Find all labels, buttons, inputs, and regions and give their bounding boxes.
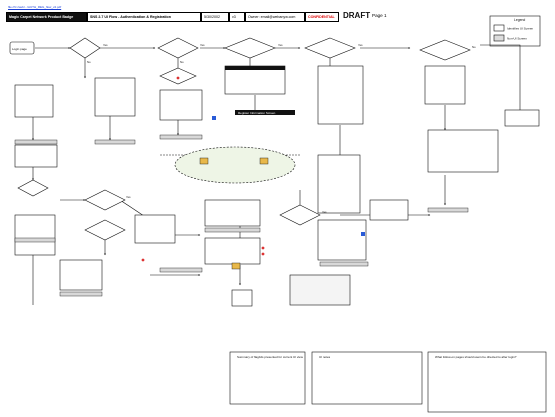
decision-diamond bbox=[159, 67, 197, 85]
no-label: No bbox=[472, 45, 476, 49]
legend-title: Legend bbox=[514, 18, 525, 22]
status-pill bbox=[14, 237, 56, 243]
start-label: Login page bbox=[12, 47, 27, 51]
register-screen-label: Register Information Screen bbox=[238, 111, 276, 115]
screen-box bbox=[204, 237, 261, 265]
no-label: No bbox=[180, 60, 184, 64]
screen-box bbox=[317, 154, 361, 214]
error-marker bbox=[261, 252, 265, 256]
decision-diamond bbox=[279, 204, 321, 226]
info-badge bbox=[212, 116, 216, 120]
screen-box bbox=[231, 289, 253, 307]
decision-diamond bbox=[224, 37, 276, 59]
screen-box bbox=[424, 65, 466, 105]
screen-box bbox=[224, 65, 286, 95]
legend-ui-swatch bbox=[493, 24, 505, 32]
decision-diamond bbox=[419, 39, 471, 61]
info-badge bbox=[361, 232, 365, 236]
yes-label: Yes bbox=[358, 43, 363, 47]
screen-box bbox=[14, 84, 54, 118]
error-marker bbox=[261, 246, 265, 250]
legend: Legend Identifies UI Screen Non-UI Scree… bbox=[489, 15, 541, 47]
screen-box bbox=[159, 89, 203, 121]
note-panel-3 bbox=[427, 351, 547, 413]
flow-diagram-page: file:///c:/web/.../AUTH_REG_flow_v2.pdf … bbox=[0, 0, 555, 417]
decision-diamond bbox=[84, 219, 126, 241]
start-node: Login page bbox=[9, 41, 35, 55]
screen-box bbox=[59, 259, 103, 291]
decision-diamond bbox=[304, 37, 356, 59]
note-panel-3-title: What follow-on pages should users be dir… bbox=[435, 355, 517, 359]
error-marker bbox=[176, 76, 180, 80]
screen-box bbox=[94, 77, 136, 117]
legend-item-nonui: Non-UI Screen bbox=[507, 37, 527, 41]
status-pill bbox=[159, 267, 203, 273]
note-panel-1 bbox=[229, 351, 306, 405]
status-pill bbox=[319, 261, 369, 267]
screen-box bbox=[369, 199, 409, 221]
screen-title-bar bbox=[225, 66, 285, 70]
flowchart-canvas: Legend Identifies UI Screen Non-UI Scree… bbox=[9, 15, 547, 413]
screen-box bbox=[14, 144, 58, 168]
screen-box bbox=[504, 109, 540, 127]
note-box bbox=[289, 274, 351, 306]
screen-box bbox=[317, 219, 367, 261]
note-panel-2-title: UI notes bbox=[319, 355, 331, 359]
status-pill bbox=[59, 291, 103, 297]
yes-label: Yes bbox=[278, 43, 283, 47]
decision-diamond bbox=[157, 37, 199, 59]
decision-diamond bbox=[17, 179, 49, 197]
yes-label: Yes bbox=[126, 195, 131, 199]
screen-box bbox=[317, 65, 364, 125]
decision-diamond bbox=[84, 189, 126, 211]
legend-item-ui: Identifies UI Screen bbox=[507, 27, 534, 31]
yes-label: Yes bbox=[200, 43, 205, 47]
status-pill bbox=[159, 134, 203, 140]
screen-box bbox=[14, 214, 56, 256]
error-marker bbox=[141, 258, 145, 262]
yes-label: Yes bbox=[322, 210, 327, 214]
screen-box bbox=[204, 199, 261, 227]
status-pill bbox=[94, 139, 136, 145]
network-cloud bbox=[174, 146, 296, 184]
server-icon bbox=[199, 157, 209, 165]
status-pill bbox=[427, 207, 469, 213]
screen-box bbox=[427, 129, 499, 173]
note-panel-2 bbox=[311, 351, 423, 405]
legend-nonui-swatch bbox=[493, 34, 505, 42]
status-pill bbox=[204, 227, 261, 233]
server-icon bbox=[231, 262, 241, 270]
screen-box bbox=[134, 214, 176, 244]
no-label: No bbox=[87, 60, 91, 64]
note-panel-1-title: Summary of flag/ids presented for curren… bbox=[237, 355, 304, 359]
server-icon bbox=[259, 157, 269, 165]
status-pill bbox=[14, 139, 58, 145]
yes-label: Yes bbox=[103, 43, 108, 47]
decision-diamond bbox=[69, 37, 101, 59]
